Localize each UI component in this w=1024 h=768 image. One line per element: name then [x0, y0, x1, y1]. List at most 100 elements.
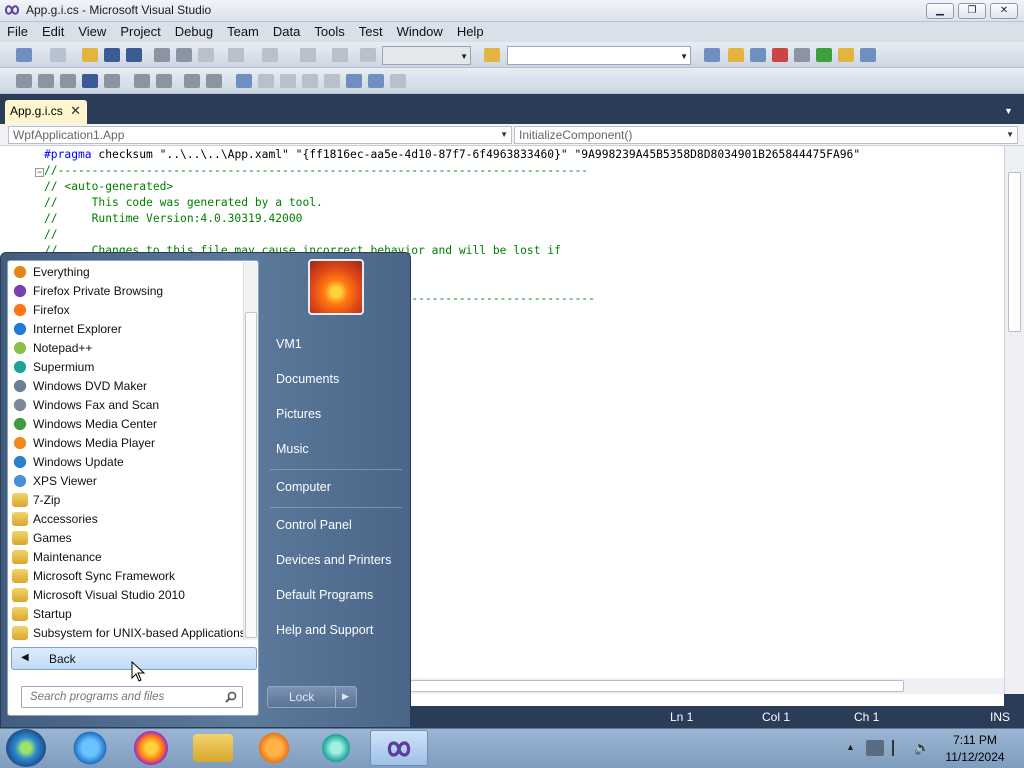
horizontal-scrollbar[interactable]: [410, 678, 1004, 694]
program-item[interactable]: Subsystem for UNIX-based Applications: [12, 624, 246, 642]
solution-config-dropdown[interactable]: ▼: [382, 46, 471, 65]
start-link-music[interactable]: Music: [276, 442, 309, 456]
close-button[interactable]: ✕: [990, 3, 1018, 19]
program-item[interactable]: Windows Update: [12, 453, 242, 471]
vertical-scrollbar[interactable]: [1004, 146, 1024, 694]
add-item-icon[interactable]: [50, 48, 66, 62]
clear-bookmarks-icon[interactable]: [390, 74, 406, 88]
bookmark-icon[interactable]: [236, 74, 252, 88]
start-link-documents[interactable]: Documents: [276, 372, 339, 386]
program-item[interactable]: Firefox: [12, 301, 242, 319]
taskbar-internet-explorer-icon[interactable]: [70, 730, 110, 766]
copy-icon[interactable]: [176, 48, 192, 62]
start-link-vm1[interactable]: VM1: [276, 337, 302, 351]
taskbar-supermium-icon[interactable]: [316, 730, 356, 766]
prev-bookmark-folder-icon[interactable]: [302, 74, 318, 88]
menu-debug[interactable]: Debug: [168, 22, 220, 39]
network-icon[interactable]: [866, 740, 884, 756]
member-dropdown[interactable]: InitializeComponent() ▼: [514, 126, 1018, 144]
word-completion-icon[interactable]: [82, 74, 98, 88]
program-item[interactable]: Startup: [12, 605, 242, 623]
lock-button[interactable]: Lock ▶: [267, 686, 357, 708]
program-list-scrollbar[interactable]: [243, 262, 258, 640]
next-bookmark-folder-icon[interactable]: [324, 74, 340, 88]
start-link-control-panel[interactable]: Control Panel: [276, 518, 352, 532]
menu-test[interactable]: Test: [352, 22, 390, 39]
start-link-computer[interactable]: Computer: [276, 480, 331, 494]
parameter-info-icon[interactable]: [38, 74, 54, 88]
find-combo[interactable]: ▼: [507, 46, 691, 65]
restore-button[interactable]: ❐: [958, 3, 986, 19]
menu-tools[interactable]: Tools: [307, 22, 351, 39]
wrap-icon[interactable]: [206, 74, 222, 88]
program-item[interactable]: 7-Zip: [12, 491, 242, 509]
program-item[interactable]: Supermium: [12, 358, 242, 376]
program-item[interactable]: Accessories: [12, 510, 242, 528]
program-item[interactable]: Windows Media Player: [12, 434, 242, 452]
program-item[interactable]: Internet Explorer: [12, 320, 242, 338]
save-icon[interactable]: [104, 48, 120, 62]
tools-icon[interactable]: [794, 48, 810, 62]
menu-view[interactable]: View: [71, 22, 113, 39]
decrease-indent-icon[interactable]: [104, 74, 120, 88]
taskbar-media-player-icon[interactable]: [254, 730, 294, 766]
program-item[interactable]: Microsoft Sync Framework: [12, 567, 242, 585]
program-list-scroll-thumb[interactable]: [245, 312, 257, 638]
cut-icon[interactable]: [154, 48, 170, 62]
user-avatar[interactable]: [308, 259, 364, 315]
menu-help[interactable]: Help: [450, 22, 491, 39]
program-item[interactable]: Microsoft Visual Studio 2010: [12, 586, 242, 604]
taskbar-firefox-icon[interactable]: [131, 730, 171, 766]
program-item[interactable]: Everything: [12, 263, 242, 281]
vertical-scroll-thumb[interactable]: [1008, 172, 1021, 332]
taskbar-visual-studio-icon[interactable]: [370, 730, 428, 766]
object-browser-icon[interactable]: [750, 48, 766, 62]
shutdown-options-arrow-icon[interactable]: ▶: [342, 691, 349, 702]
start-orb-icon[interactable]: [6, 729, 46, 767]
solution-explorer-icon[interactable]: [704, 48, 720, 62]
horizontal-scroll-thumb[interactable]: [410, 680, 904, 692]
start-search-box[interactable]: [21, 686, 243, 708]
program-item[interactable]: Windows Media Center: [12, 415, 242, 433]
show-hidden-icons-icon[interactable]: ▲: [846, 742, 855, 752]
quick-info-icon[interactable]: [60, 74, 76, 88]
tab-app-g-i-cs[interactable]: App.g.i.cs ✕: [5, 100, 87, 124]
increase-indent-icon[interactable]: [134, 74, 150, 88]
navigate-back-icon[interactable]: [300, 48, 316, 62]
menu-project[interactable]: Project: [113, 22, 167, 39]
type-dropdown[interactable]: WpfApplication1.App ▼: [8, 126, 512, 144]
next-bookmark-doc-icon[interactable]: [368, 74, 384, 88]
comment-icon[interactable]: [156, 74, 172, 88]
new-project-icon[interactable]: [16, 48, 32, 62]
program-item[interactable]: Notepad++: [12, 339, 242, 357]
start-debugging-icon[interactable]: [360, 48, 376, 62]
save-all-icon[interactable]: [126, 48, 142, 62]
start-link-help-and-support[interactable]: Help and Support: [276, 623, 373, 637]
paste-icon[interactable]: [198, 48, 214, 62]
team-explorer-icon[interactable]: [838, 48, 854, 62]
volume-muted-icon[interactable]: 🔈: [914, 740, 932, 756]
menu-team[interactable]: Team: [220, 22, 266, 39]
menu-file[interactable]: File: [0, 22, 35, 39]
menu-window[interactable]: Window: [390, 22, 450, 39]
program-item[interactable]: Maintenance: [12, 548, 242, 566]
search-input[interactable]: [28, 690, 218, 704]
program-item[interactable]: Windows DVD Maker: [12, 377, 242, 395]
display-members-icon[interactable]: [16, 74, 32, 88]
program-item[interactable]: XPS Viewer: [12, 472, 242, 490]
taskbar-explorer-icon[interactable]: [193, 734, 233, 762]
system-clock[interactable]: 7:11 PM 11/12/2024: [940, 733, 1010, 764]
menu-edit[interactable]: Edit: [35, 22, 71, 39]
prev-bookmark-doc-icon[interactable]: [346, 74, 362, 88]
open-folder-icon[interactable]: [82, 48, 98, 62]
navigate-forward-icon[interactable]: [332, 48, 348, 62]
menu-data[interactable]: Data: [266, 22, 307, 39]
undo-icon[interactable]: [228, 48, 244, 62]
toolbox-icon[interactable]: [772, 48, 788, 62]
collapse-region-icon[interactable]: −: [35, 168, 44, 177]
properties-icon[interactable]: [728, 48, 744, 62]
extension-icon[interactable]: [816, 48, 832, 62]
program-item[interactable]: Windows Fax and Scan: [12, 396, 242, 414]
close-tab-icon[interactable]: ✕: [70, 103, 81, 119]
minimize-button[interactable]: ▁: [926, 3, 954, 19]
